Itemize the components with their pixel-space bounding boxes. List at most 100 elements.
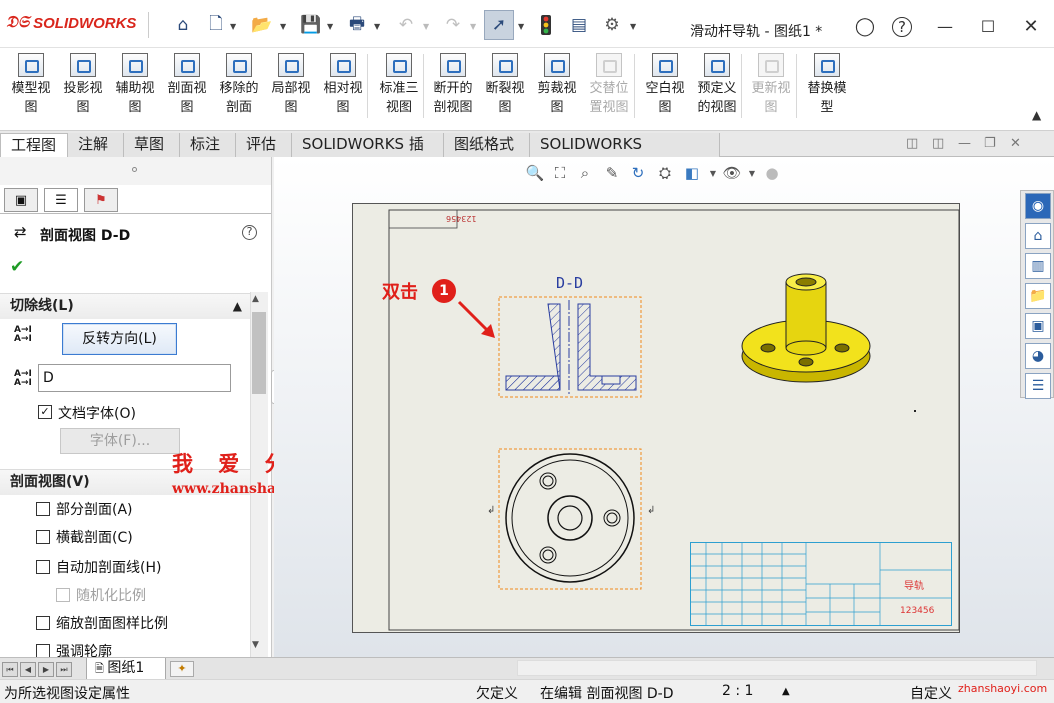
update-view-button[interactable]: 更新视图 (746, 50, 796, 124)
empty-view-button[interactable]: 空白视图 (640, 50, 690, 124)
gear-icon[interactable]: ⚙ (600, 13, 624, 37)
section-view-d-d[interactable] (498, 296, 642, 398)
redo-icon[interactable]: ↷ (441, 13, 465, 37)
tab-1[interactable]: 注解 (68, 133, 124, 157)
option-checkbox[interactable] (36, 616, 50, 630)
solidworks-logo[interactable]: 𝔇𝔖 SOLIDWORKS (6, 14, 136, 32)
minimize-doc-icon[interactable]: — (958, 136, 971, 151)
solidworks-resources-icon[interactable]: ◉ (1025, 193, 1051, 219)
tab-2[interactable]: 草图 (124, 133, 180, 157)
close-icon[interactable]: ✕ (1018, 14, 1044, 38)
tab-0[interactable]: 工程图 (0, 133, 68, 157)
window-prev-icon[interactable]: ◫ (906, 136, 918, 151)
auxiliary-view-button[interactable]: 辅助视图 (110, 50, 160, 124)
label-input[interactable]: D (38, 364, 231, 392)
restore-doc-icon[interactable]: ❐ (984, 136, 996, 151)
chevron-down-icon[interactable]: ▼ (423, 22, 431, 31)
option-checkbox[interactable] (56, 588, 70, 602)
chevron-down-icon[interactable]: ▼ (518, 22, 526, 31)
file-properties-icon[interactable]: ▤ (567, 13, 591, 37)
chevron-down-icon[interactable]: ▼ (470, 22, 478, 31)
scroll-up-icon[interactable]: ▲ (252, 294, 259, 304)
crop-view-button[interactable]: 剪裁视图 (532, 50, 582, 124)
tab-7[interactable]: SOLIDWORKS Inspection (530, 133, 720, 175)
config-manager-tab-icon[interactable]: ⚑ (84, 188, 118, 212)
scale-up-icon[interactable]: ▲ (782, 686, 790, 697)
front-view[interactable] (498, 448, 642, 590)
zoom-to-area-icon[interactable]: ⛶ (550, 163, 570, 183)
broken-out-section-button[interactable]: 断开的 剖视图 (428, 50, 478, 124)
status-units[interactable]: 自定义 (910, 683, 952, 703)
scroll-down-icon[interactable]: ▼ (252, 640, 259, 650)
traffic-light-icon[interactable] (534, 13, 558, 37)
detail-view-button[interactable]: 局部视图 (266, 50, 316, 124)
view-palette-icon[interactable]: ▣ (1025, 313, 1051, 339)
hide-show-icon[interactable]: 👁 (722, 163, 742, 183)
home-icon[interactable]: ⌂ (171, 13, 195, 37)
help-icon[interactable]: ? (242, 225, 257, 240)
tab-4[interactable]: 评估 (236, 133, 292, 157)
first-sheet-icon[interactable]: ⏮ (2, 662, 18, 677)
font-button[interactable]: 字体(F)... (60, 428, 180, 454)
option-checkbox[interactable] (36, 530, 50, 544)
sketch-icon[interactable]: ✎ (602, 163, 622, 183)
collapse-ribbon-icon[interactable]: ▲ (1032, 108, 1041, 122)
option-checkbox[interactable] (36, 644, 50, 657)
model-view-button[interactable]: 模型视图 (6, 50, 56, 124)
new-document-icon[interactable]: 🗋 (204, 13, 228, 37)
chevron-down-icon[interactable]: ▼ (327, 22, 335, 31)
option-checkbox[interactable] (36, 502, 50, 516)
window-next-icon[interactable]: ◫ (932, 136, 944, 151)
add-sheet-icon[interactable]: ✦ (170, 661, 194, 677)
scrollbar-thumb[interactable] (252, 312, 266, 394)
break-view-button[interactable]: 断裂视图 (480, 50, 530, 124)
status-scale[interactable]: 2 : 1 (722, 683, 753, 699)
option-checkbox[interactable] (36, 560, 50, 574)
next-sheet-icon[interactable]: ▶ (38, 662, 54, 677)
property-manager-tab-icon[interactable]: ☰ (44, 188, 78, 212)
view-settings-icon[interactable]: ⛭ (655, 163, 675, 183)
panel-grip-icon[interactable] (132, 167, 137, 172)
print-icon[interactable]: 🖶 (345, 13, 369, 37)
tab-3[interactable]: 标注 (180, 133, 236, 157)
projected-view-button[interactable]: 投影视图 (58, 50, 108, 124)
chevron-down-icon[interactable]: ▼ (742, 163, 762, 183)
previous-view-icon[interactable]: ⌕ (575, 163, 595, 183)
removed-section-button[interactable]: 移除的 剖面 (214, 50, 264, 124)
custom-properties-icon[interactable]: ☰ (1025, 373, 1051, 399)
close-doc-icon[interactable]: ✕ (1010, 136, 1021, 151)
help-icon[interactable]: ? (892, 17, 912, 37)
appearance-icon[interactable]: ● (762, 163, 782, 183)
chevron-down-icon[interactable]: ▼ (703, 163, 723, 183)
view-orientation-icon[interactable]: ◧ (682, 163, 702, 183)
doc-font-checkbox[interactable]: ✓ (38, 405, 52, 419)
chevron-down-icon[interactable]: ▼ (374, 22, 382, 31)
undo-icon[interactable]: ↶ (394, 13, 418, 37)
ok-check-icon[interactable]: ✔ (10, 257, 24, 277)
user-icon[interactable]: ◯ (852, 14, 878, 38)
cutline-group-header[interactable]: 切除线(L) ▲ (0, 293, 250, 319)
maximize-icon[interactable]: ☐ (975, 14, 1001, 38)
horizontal-scrollbar[interactable] (517, 660, 1037, 676)
predefined-view-button[interactable]: 预定义 的视图 (692, 50, 742, 124)
tab-5[interactable]: SOLIDWORKS 插件 (292, 133, 444, 175)
chevron-down-icon[interactable]: ▼ (630, 22, 638, 31)
minimize-icon[interactable]: — (932, 14, 958, 38)
alternate-position-view-button[interactable]: 交替位 置视图 (584, 50, 634, 124)
section-view-button[interactable]: 剖面视图 (162, 50, 212, 124)
sheet-tab[interactable]: 🗎 图纸1 (86, 658, 166, 680)
rotate-icon[interactable]: ↻ (628, 163, 648, 183)
appearances-icon[interactable]: ◕ (1025, 343, 1051, 369)
last-sheet-icon[interactable]: ⏭ (56, 662, 72, 677)
chevron-down-icon[interactable]: ▼ (230, 22, 238, 31)
relative-view-button[interactable]: 相对视图 (318, 50, 368, 124)
chevron-down-icon[interactable]: ▼ (280, 22, 288, 31)
flip-direction-button[interactable]: 反转方向(L) (62, 323, 177, 355)
select-arrow-icon[interactable]: ➚ (484, 10, 514, 40)
file-explorer-icon[interactable]: 📁 (1025, 283, 1051, 309)
open-icon[interactable]: 📂 (250, 13, 274, 37)
prev-sheet-icon[interactable]: ◀ (20, 662, 36, 677)
save-icon[interactable]: 💾 (299, 13, 323, 37)
zoom-to-fit-icon[interactable]: 🔍 (525, 163, 545, 183)
tab-6[interactable]: 图纸格式 (444, 133, 530, 157)
